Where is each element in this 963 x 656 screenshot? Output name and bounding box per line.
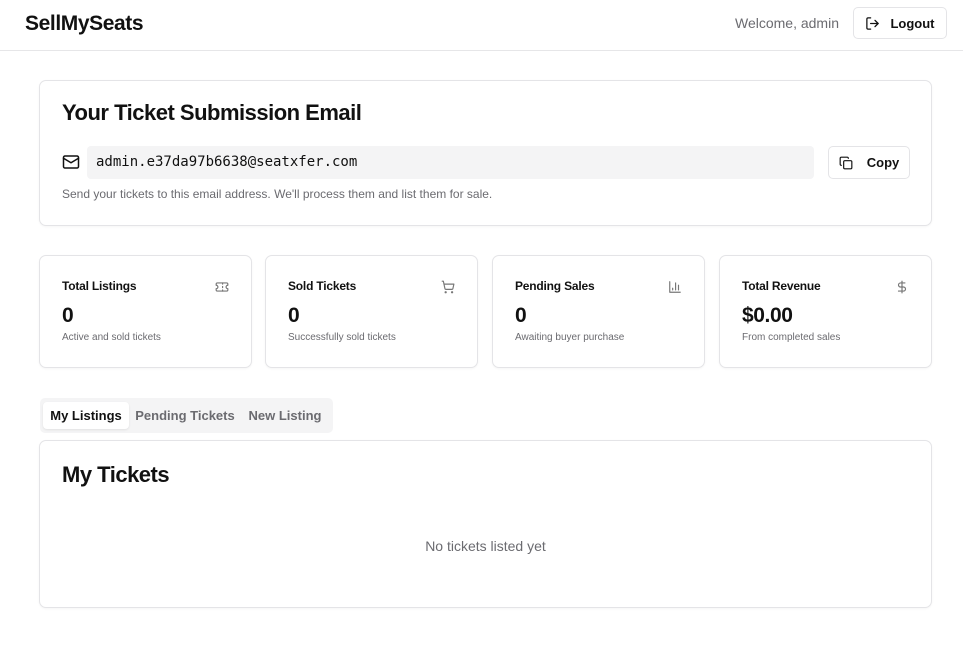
stat-subtitle: From completed sales xyxy=(742,332,841,343)
submission-email-card: Your Ticket Submission Email admin.e37da… xyxy=(39,80,932,226)
logout-icon xyxy=(866,16,880,30)
stat-value: $0.00 xyxy=(742,304,793,327)
brand-logo[interactable]: SellMySeats xyxy=(25,12,144,36)
stat-title: Total Listings xyxy=(62,279,137,293)
stat-card-total-listings: Total Listings 0 Active and sold tickets xyxy=(39,255,252,368)
copy-label: Copy xyxy=(866,155,900,170)
stat-card-pending-sales: Pending Sales 0 Awaiting buyer purchase xyxy=(492,255,705,368)
ticket-icon xyxy=(215,282,229,292)
tab-new-listing[interactable]: New Listing xyxy=(243,402,327,429)
stat-subtitle: Active and sold tickets xyxy=(62,332,161,343)
tickets-title: My Tickets xyxy=(62,462,170,487)
stat-value: 0 xyxy=(288,304,300,327)
tab-my-listings[interactable]: My Listings xyxy=(43,402,129,429)
logout-button[interactable]: Logout xyxy=(853,7,947,39)
stat-title: Total Revenue xyxy=(742,279,821,293)
stat-value: 0 xyxy=(515,304,527,327)
stat-card-sold-tickets: Sold Tickets 0 Successfully sold tickets xyxy=(265,255,478,368)
email-card-title: Your Ticket Submission Email xyxy=(62,100,362,125)
bar-chart-icon xyxy=(669,281,681,293)
submission-email-address[interactable]: admin.e37da97b6638@seatxfer.com xyxy=(87,146,814,179)
cart-icon xyxy=(441,280,455,294)
tab-pending-tickets[interactable]: Pending Tickets xyxy=(133,402,237,429)
my-tickets-card: My Tickets No tickets listed yet xyxy=(39,440,932,608)
welcome-text: Welcome, admin xyxy=(734,15,839,31)
empty-state-text: No tickets listed yet xyxy=(425,538,546,554)
listing-tabs: My Listings Pending Tickets New Listing xyxy=(40,398,333,433)
copy-email-button[interactable]: Copy xyxy=(828,146,910,179)
top-header: SellMySeats Welcome, admin Logout xyxy=(0,0,963,51)
stat-subtitle: Successfully sold tickets xyxy=(288,332,396,343)
mail-icon xyxy=(62,155,80,169)
email-help-text: Send your tickets to this email address.… xyxy=(62,187,493,201)
stat-title: Sold Tickets xyxy=(288,279,357,293)
copy-icon xyxy=(839,156,853,169)
stat-subtitle: Awaiting buyer purchase xyxy=(515,332,625,343)
stat-title: Pending Sales xyxy=(515,279,595,293)
stat-card-total-revenue: Total Revenue $0.00 From completed sales xyxy=(719,255,932,368)
dollar-icon xyxy=(897,280,907,294)
stat-value: 0 xyxy=(62,304,74,327)
logout-label: Logout xyxy=(890,15,935,31)
